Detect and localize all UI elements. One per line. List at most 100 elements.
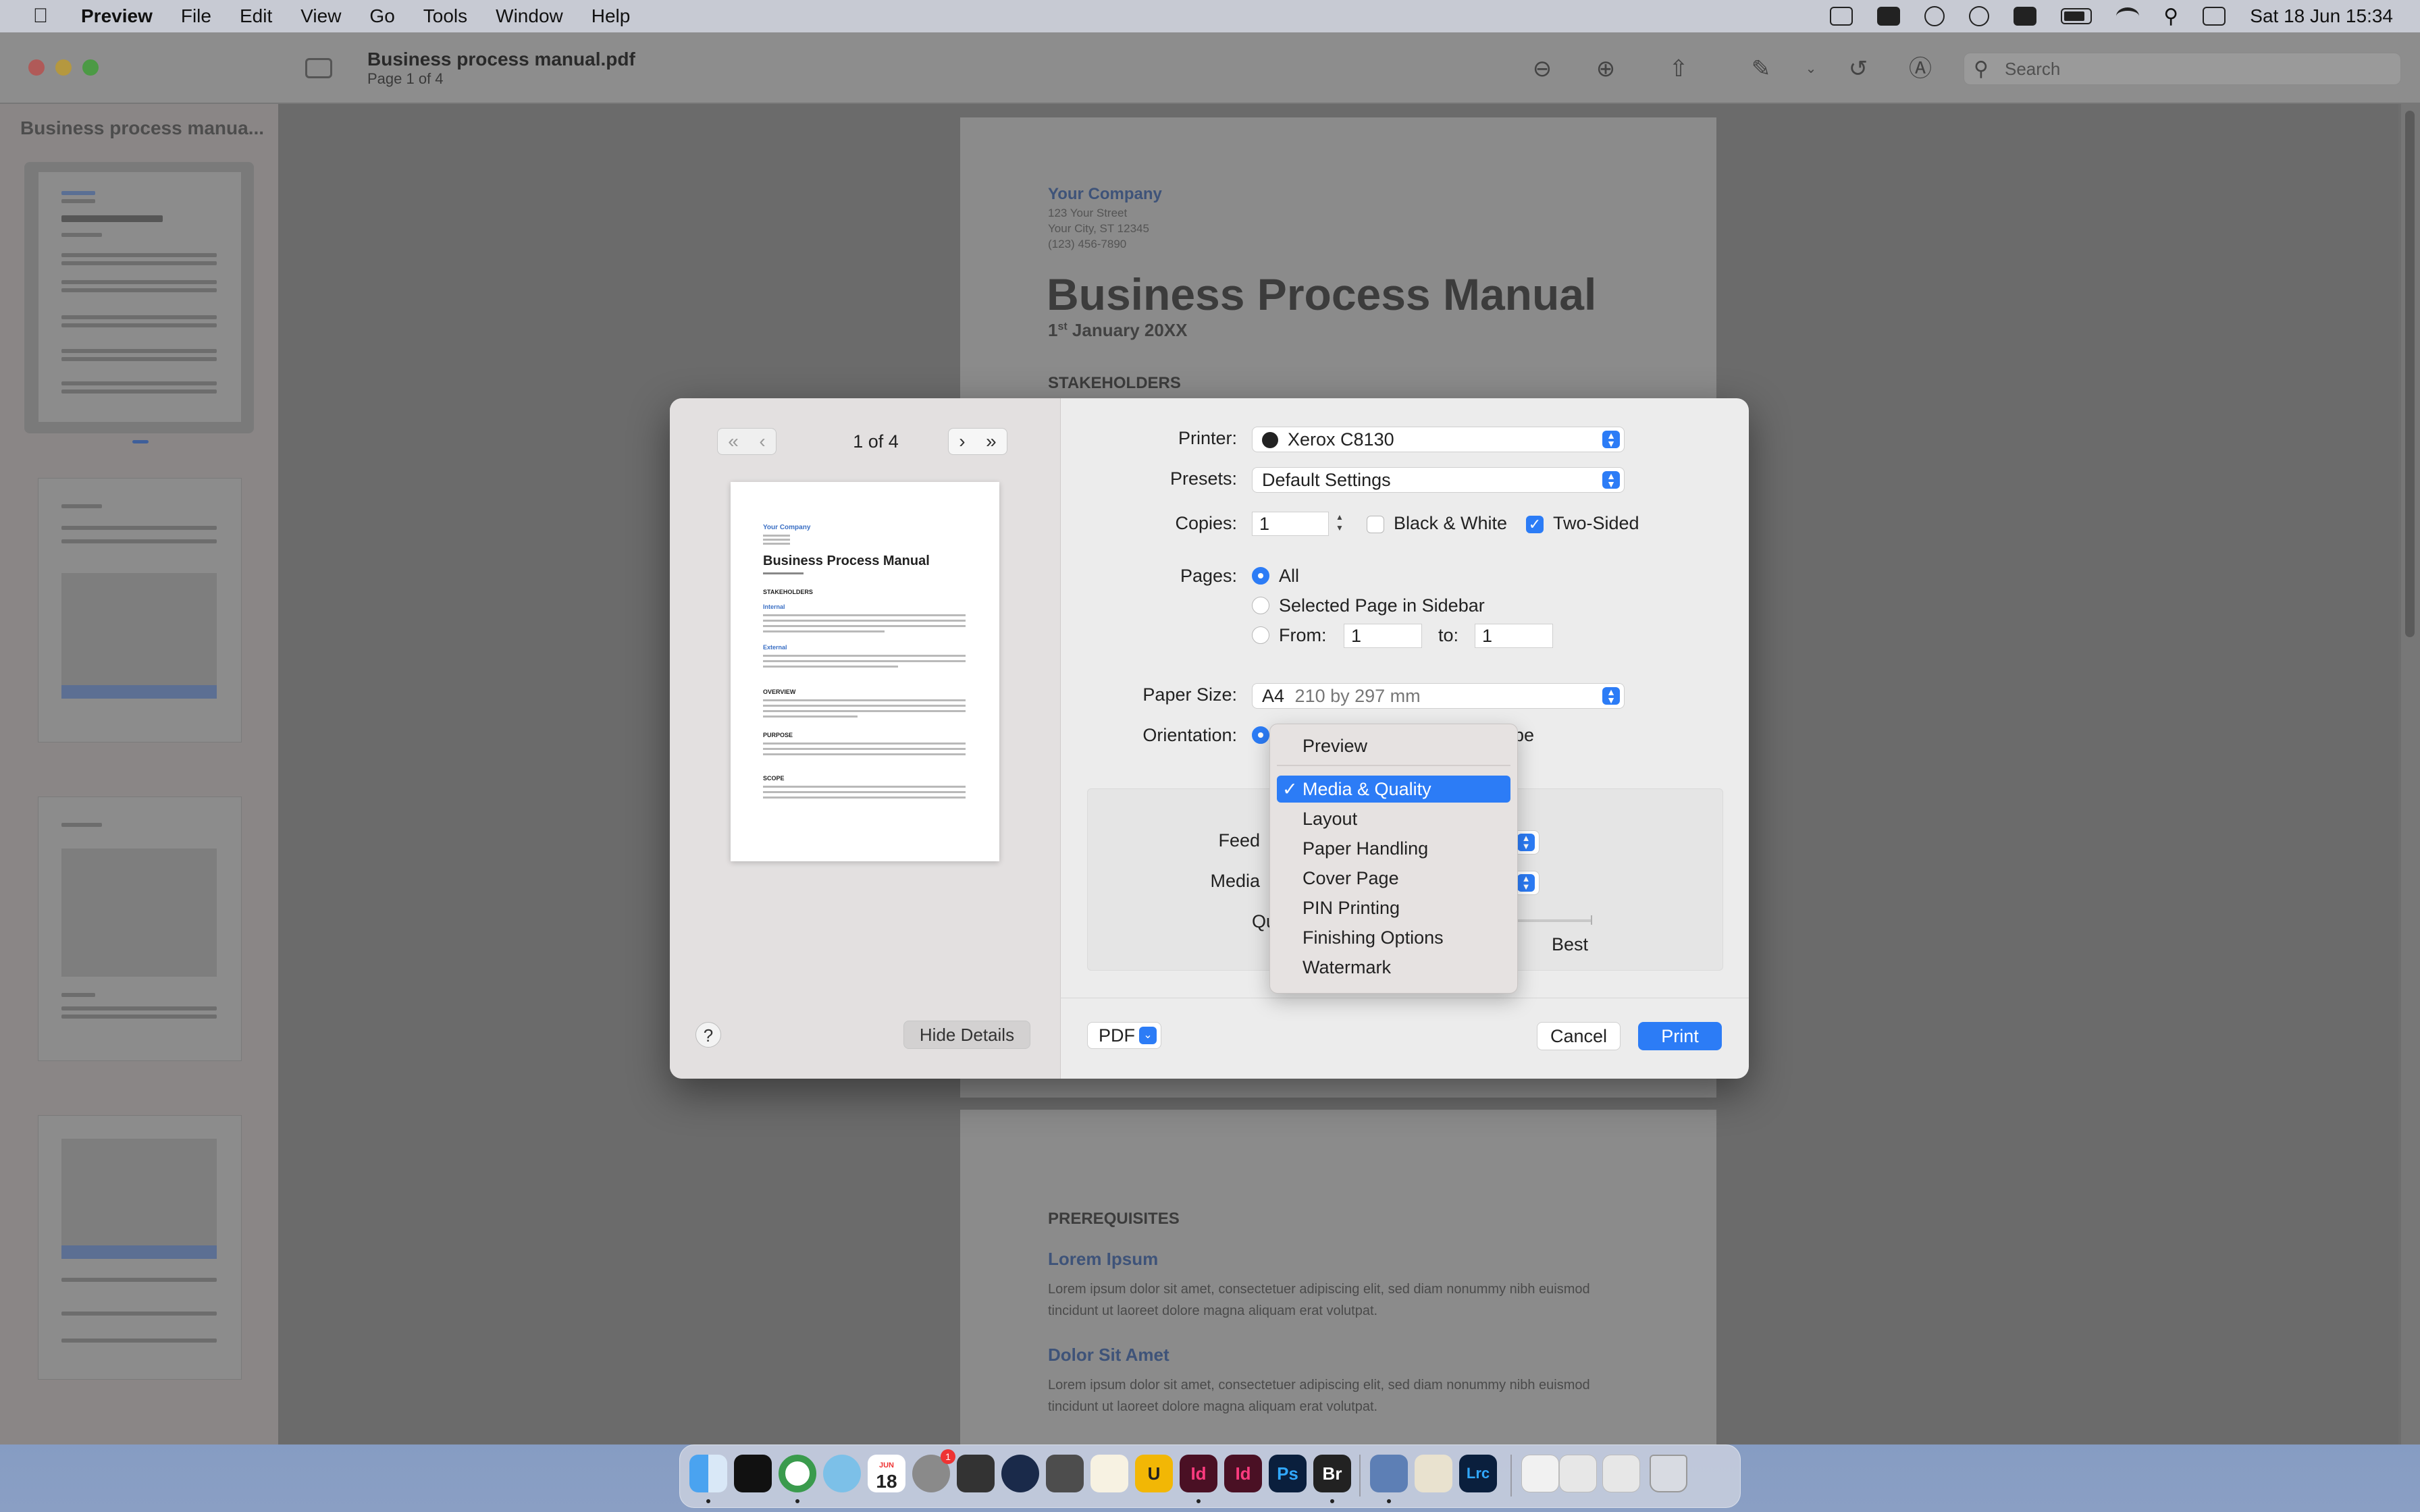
- rotate-icon[interactable]: ↺: [1846, 57, 1870, 81]
- recent-stack-icon[interactable]: [1602, 1455, 1640, 1492]
- thumbnail-page-4[interactable]: [38, 1115, 242, 1380]
- preview-icon[interactable]: [1370, 1455, 1408, 1492]
- search-field[interactable]: ⚲ Search: [1964, 53, 2401, 85]
- copies-field[interactable]: 1: [1252, 512, 1329, 536]
- print-button[interactable]: Print: [1638, 1022, 1722, 1050]
- quicktime-icon[interactable]: [1001, 1455, 1039, 1492]
- menu-window[interactable]: Window: [496, 5, 563, 27]
- pages-all-radio[interactable]: [1252, 567, 1269, 585]
- terminal-icon[interactable]: [734, 1455, 772, 1492]
- spotlight-search-icon[interactable]: ⚲: [2163, 5, 2178, 28]
- copies-stepper[interactable]: ▲ ▼: [1334, 512, 1345, 536]
- calendar-icon[interactable]: JUN 18: [868, 1455, 905, 1492]
- minimize-window-button[interactable]: [55, 59, 72, 76]
- menu-tools[interactable]: Tools: [423, 5, 467, 27]
- quality-slider-track[interactable]: [1507, 919, 1591, 922]
- chrome-icon[interactable]: [779, 1455, 816, 1492]
- menu-item-cover-page[interactable]: Cover Page: [1277, 865, 1510, 892]
- documents-folder-icon[interactable]: [1521, 1455, 1559, 1492]
- menubar-clock[interactable]: Sat 18 Jun 15:34: [2250, 5, 2393, 27]
- menu-item-media-quality[interactable]: ✓ Media & Quality: [1277, 776, 1510, 803]
- menu-item-pin-printing[interactable]: PIN Printing: [1277, 894, 1510, 921]
- previous-page-icon[interactable]: ‹: [759, 431, 765, 452]
- indesign-2-icon[interactable]: Id: [1224, 1455, 1262, 1492]
- menu-item-layout[interactable]: Layout: [1277, 805, 1510, 832]
- orientation-portrait-radio[interactable]: [1252, 726, 1269, 744]
- scrollbar-thumb[interactable]: [2405, 111, 2415, 637]
- cancel-button[interactable]: Cancel: [1537, 1022, 1621, 1050]
- finder-icon[interactable]: [689, 1455, 727, 1492]
- ulysses-icon[interactable]: U: [1135, 1455, 1173, 1492]
- menu-item-finishing-options[interactable]: Finishing Options: [1277, 924, 1510, 951]
- markup-pen-icon[interactable]: ✎: [1749, 57, 1773, 81]
- world-clock-icon[interactable]: [823, 1455, 861, 1492]
- printer-popup[interactable]: Xerox C8130 ▲ ▼: [1252, 427, 1625, 452]
- zoom-out-icon[interactable]: ⊖: [1530, 57, 1554, 81]
- notification-badge: 1: [941, 1449, 955, 1464]
- pages-to-field[interactable]: 1: [1475, 624, 1553, 648]
- menu-view[interactable]: View: [300, 5, 341, 27]
- menu-item-label: Paper Handling: [1303, 838, 1429, 859]
- menu-item-watermark[interactable]: Watermark: [1277, 954, 1510, 981]
- hide-details-button[interactable]: Hide Details: [903, 1021, 1030, 1049]
- menu-preview[interactable]: Preview: [81, 5, 153, 27]
- pages-from-radio[interactable]: [1252, 626, 1269, 644]
- wifi-icon[interactable]: [2116, 7, 2140, 25]
- creative-cloud-icon[interactable]: [1924, 6, 1945, 26]
- thumbnail-page-2[interactable]: [38, 478, 242, 742]
- annotate-icon[interactable]: Ⓐ: [1908, 57, 1932, 81]
- java-icon[interactable]: [1415, 1455, 1452, 1492]
- scrivener-icon[interactable]: [2014, 7, 2037, 26]
- close-window-button[interactable]: [28, 59, 45, 76]
- screen-mirroring-icon[interactable]: [1830, 7, 1853, 26]
- next-last-page-buttons[interactable]: ›»: [948, 428, 1007, 455]
- menu-item-preview[interactable]: Preview: [1277, 732, 1510, 759]
- help-button[interactable]: ?: [695, 1022, 721, 1048]
- address-phone: (123) 456-7890: [1048, 238, 1127, 250]
- control-center-icon[interactable]: [2203, 7, 2226, 26]
- two-sided-checkbox[interactable]: ✓: [1526, 516, 1544, 533]
- subheading-dolor-sit-amet: Dolor Sit Amet: [1048, 1345, 1169, 1365]
- trash-icon[interactable]: [1650, 1455, 1687, 1492]
- presets-popup[interactable]: Default Settings ▲ ▼: [1252, 467, 1625, 493]
- pdf-label: PDF: [1099, 1025, 1135, 1046]
- pages-selected-radio[interactable]: [1252, 597, 1269, 614]
- sync-icon[interactable]: [1969, 6, 1990, 26]
- paper-size-popup[interactable]: A4 210 by 297 mm ▲ ▼: [1252, 683, 1625, 709]
- pdf-menu-button[interactable]: PDF ⌄: [1087, 1022, 1161, 1049]
- teamviewer-icon[interactable]: [1877, 7, 1901, 26]
- share-icon[interactable]: ⇧: [1666, 57, 1691, 81]
- downloads-stack-icon[interactable]: [1559, 1455, 1597, 1492]
- menu-edit[interactable]: Edit: [240, 5, 272, 27]
- battery-icon[interactable]: [2061, 8, 2093, 24]
- chevron-down-icon: ⌄: [1139, 1027, 1157, 1044]
- thumbnail-page-1[interactable]: [38, 171, 242, 423]
- paper-size-label: Paper Size:: [1142, 684, 1237, 705]
- menu-item-paper-handling[interactable]: Paper Handling: [1277, 835, 1510, 862]
- calendar-day: 18: [876, 1471, 897, 1492]
- lightroom-classic-icon[interactable]: Lrc: [1459, 1455, 1497, 1492]
- zoom-window-button[interactable]: [82, 59, 99, 76]
- first-previous-page-buttons[interactable]: «‹: [717, 428, 777, 455]
- menu-file[interactable]: File: [181, 5, 211, 27]
- first-page-icon[interactable]: «: [728, 431, 739, 452]
- pages-from-field[interactable]: 1: [1344, 624, 1422, 648]
- thumbnail-page-3[interactable]: [38, 796, 242, 1061]
- black-white-checkbox[interactable]: [1367, 516, 1384, 533]
- textedit-icon[interactable]: [1090, 1455, 1128, 1492]
- photoshop-icon[interactable]: Ps: [1269, 1455, 1307, 1492]
- company-name: Your Company: [1048, 185, 1162, 203]
- menu-help[interactable]: Help: [591, 5, 631, 27]
- sidebar-toggle-icon[interactable]: [305, 58, 332, 78]
- apple-menu-icon[interactable]: : [27, 5, 54, 28]
- chevron-down-icon[interactable]: ⌄: [1799, 57, 1823, 81]
- indesign-icon[interactable]: Id: [1180, 1455, 1217, 1492]
- calculator-icon[interactable]: [957, 1455, 995, 1492]
- next-page-icon[interactable]: ›: [959, 431, 965, 452]
- menu-go[interactable]: Go: [369, 5, 394, 27]
- screenshot-icon[interactable]: [1046, 1455, 1084, 1492]
- zoom-in-icon[interactable]: ⊕: [1594, 57, 1618, 81]
- menu-bar:  Preview File Edit View Go Tools Window…: [0, 0, 2420, 32]
- last-page-icon[interactable]: »: [986, 431, 997, 452]
- bridge-icon[interactable]: Br: [1313, 1455, 1351, 1492]
